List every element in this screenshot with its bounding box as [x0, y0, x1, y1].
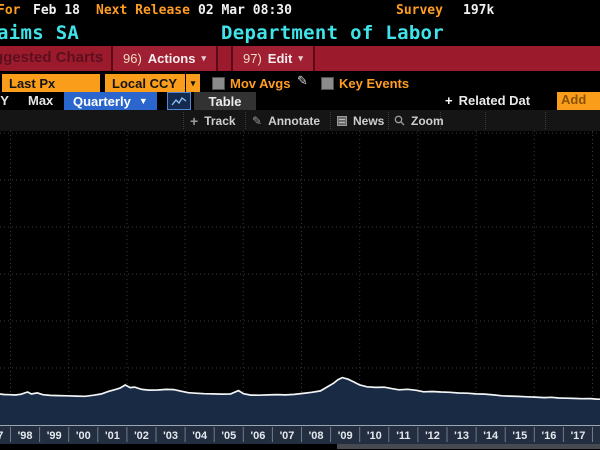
chart-toolbar: + Track ✎ Annotate News Zoom	[0, 110, 600, 131]
source-name: Department of Labor	[221, 22, 444, 44]
add-data-button[interactable]: Add Data	[557, 92, 600, 110]
x-axis-label: '09	[338, 430, 353, 442]
x-axis-label: '13	[454, 430, 469, 442]
annotate-tool[interactable]: ✎ Annotate	[252, 110, 320, 131]
range-button-max[interactable]: Max	[28, 93, 53, 108]
x-axis-label: '14	[483, 430, 499, 442]
x-axis-label: '97	[0, 430, 3, 442]
next-release-label: Next Release	[96, 3, 190, 18]
for-value: Feb 18	[33, 3, 80, 18]
x-axis-label: '11	[396, 430, 410, 442]
x-axis-label: '08	[309, 430, 324, 442]
next-release-value: 02 Mar 08:30	[198, 3, 292, 18]
x-axis-label: '06	[250, 430, 265, 442]
x-axis-label: '10	[367, 430, 382, 442]
x-axis-label: '12	[425, 430, 440, 442]
x-axis-label: '04	[192, 430, 208, 442]
plus-icon: +	[445, 93, 453, 108]
key-events-label[interactable]: Key Events	[339, 76, 409, 91]
x-axis-label: '00	[76, 430, 91, 442]
toolbar-separator	[245, 112, 246, 129]
x-axis-label: '98	[18, 430, 33, 442]
edit-shortcut: 97)	[243, 51, 262, 66]
toolbar-separator	[485, 112, 486, 129]
news-tool-label: News	[353, 114, 384, 128]
range-button-5y[interactable]: 5Y	[0, 93, 9, 108]
actions-label: Actions	[148, 51, 196, 66]
x-axis-label: '03	[163, 430, 178, 442]
price-chart[interactable]: '97 '98 '99 '00 '01 '02 '03 '04 '05 '06 '07 '08 '09 '…	[0, 131, 600, 450]
actions-button[interactable]: 96) Actions ▾	[111, 46, 218, 71]
key-events-checkbox[interactable]	[321, 77, 334, 90]
x-axis: '97 '98 '99 '00 '01 '02 '03 '04 '05 '06 '07 '08 '09 '…	[0, 425, 600, 444]
chevron-down-icon: ▾	[201, 53, 206, 64]
toolbar-separator	[183, 112, 184, 129]
period-label: Quarterly	[73, 94, 131, 109]
survey-value: 197k	[463, 3, 494, 18]
chart-menubar: ggested Charts 96) Actions ▾ 97) Edit ▾	[0, 46, 600, 71]
edit-label: Edit	[268, 51, 293, 66]
chevron-down-icon: ▾	[298, 53, 303, 64]
period-dropdown[interactable]: Quarterly ▼	[64, 92, 157, 110]
x-axis-label: '01	[105, 430, 120, 442]
x-axis-label: '15	[512, 430, 527, 442]
chart-grid	[0, 131, 600, 425]
annotate-tool-label: Annotate	[268, 114, 320, 128]
actions-shortcut: 96)	[123, 51, 142, 66]
zoom-tool-label: Zoom	[411, 114, 444, 128]
currency-button[interactable]: Local CCY	[105, 74, 185, 92]
toolbar-separator	[388, 112, 389, 129]
for-label: For	[0, 3, 20, 18]
x-axis-label: '05	[221, 430, 236, 442]
series-area	[0, 378, 600, 425]
track-tool[interactable]: + Track	[190, 110, 236, 131]
crosshair-icon: +	[190, 113, 198, 129]
horizontal-scrollbar[interactable]	[337, 444, 600, 449]
toolbar-separator	[330, 112, 331, 129]
magnifier-icon	[394, 115, 405, 126]
table-button[interactable]: Table	[194, 92, 256, 110]
currency-dropdown-button[interactable]: ▾	[186, 74, 200, 92]
x-axis-label: '17	[571, 430, 586, 442]
news-tool[interactable]: News	[337, 110, 384, 131]
security-name: aims SA	[0, 22, 79, 44]
x-axis-label: '02	[134, 430, 149, 442]
chart-type-button[interactable]	[167, 92, 191, 110]
mov-avgs-checkbox[interactable]	[212, 77, 225, 90]
pencil-icon: ✎	[252, 114, 262, 128]
related-data-button[interactable]: + Related Dat	[445, 93, 530, 108]
survey-label: Survey	[396, 3, 443, 18]
related-data-label: Related Dat	[459, 93, 531, 108]
pencil-icon[interactable]: ✎	[297, 74, 308, 89]
x-axis-label: '99	[47, 430, 62, 442]
last-px-button[interactable]: Last Px	[2, 74, 100, 92]
track-tool-label: Track	[204, 114, 235, 128]
mov-avgs-label[interactable]: Mov Avgs	[230, 76, 290, 91]
x-axis-label: '07	[280, 430, 295, 442]
zoom-tool[interactable]: Zoom	[394, 110, 444, 131]
suggested-charts-label: ggested Charts	[0, 49, 103, 66]
toolbar-separator	[545, 112, 546, 129]
chevron-down-icon: ▼	[139, 96, 148, 106]
line-chart-icon	[171, 96, 187, 107]
news-icon	[337, 116, 347, 126]
bloomberg-terminal-window: For Feb 18 Next Release 02 Mar 08:30 Sur…	[0, 0, 600, 450]
x-axis-label: '16	[541, 430, 556, 442]
edit-button[interactable]: 97) Edit ▾	[231, 46, 315, 71]
